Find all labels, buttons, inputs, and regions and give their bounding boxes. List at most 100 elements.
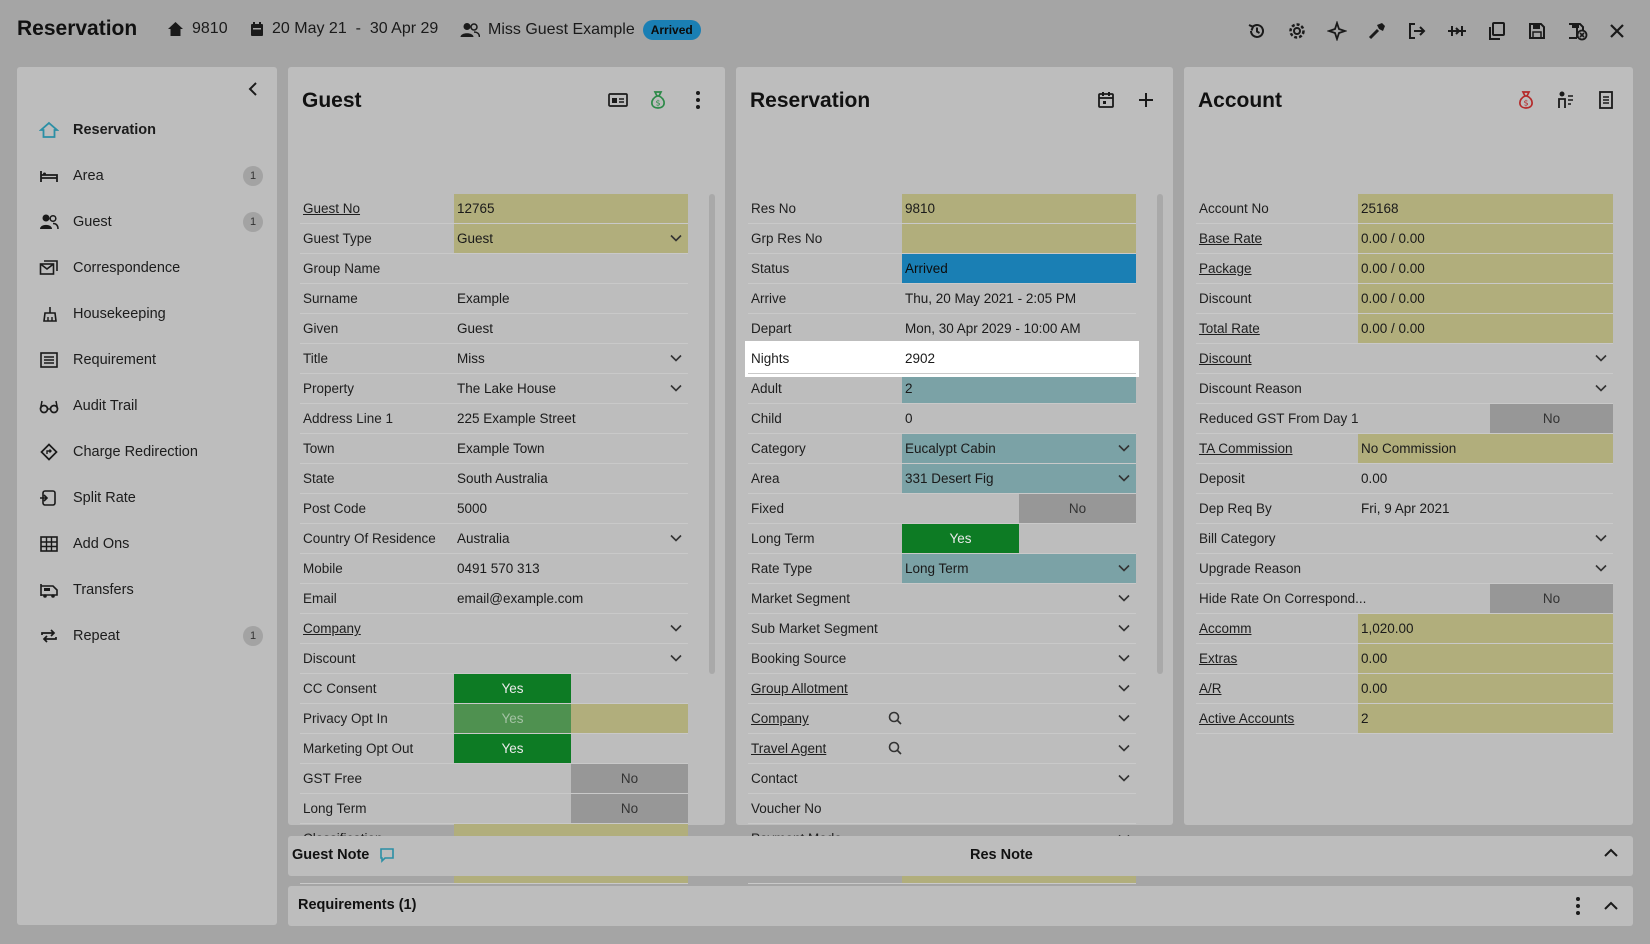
chevron-down-icon[interactable] bbox=[1118, 440, 1130, 455]
check-out-icon[interactable] bbox=[1404, 18, 1430, 44]
chevron-up-icon[interactable] bbox=[1603, 847, 1619, 862]
sidebar-item-housekeeping[interactable]: Housekeeping bbox=[17, 291, 277, 337]
wrench-icon[interactable] bbox=[1364, 18, 1390, 44]
extras-label[interactable]: Extras bbox=[1196, 644, 1358, 673]
fixed-toggle[interactable]: No bbox=[902, 494, 1136, 523]
sidebar-item-split-rate[interactable]: Split Rate bbox=[17, 475, 277, 521]
chevron-down-icon[interactable] bbox=[1595, 560, 1607, 575]
arrive-field[interactable]: Thu, 20 May 2021 - 2:05 PM bbox=[902, 284, 1136, 313]
depart-field[interactable]: Mon, 30 Apr 2029 - 10:00 AM bbox=[902, 314, 1136, 343]
money-bag-icon[interactable]: $ bbox=[647, 89, 669, 111]
post-code-field[interactable]: 5000 bbox=[454, 494, 688, 523]
property-select[interactable]: The Lake House bbox=[454, 374, 688, 403]
ta-commission-label[interactable]: TA Commission bbox=[1196, 434, 1358, 463]
sidebar-item-charge-redirection[interactable]: Charge Redirection bbox=[17, 429, 277, 475]
long-term-toggle[interactable]: Yes bbox=[902, 524, 1136, 553]
requirements-label[interactable]: Requirements (1) bbox=[298, 897, 416, 913]
address-line-1-field[interactable]: 225 Example Street bbox=[454, 404, 688, 433]
market-segment-select[interactable] bbox=[902, 584, 1136, 613]
rate-type-select[interactable]: Long Term bbox=[902, 554, 1136, 583]
chevron-down-icon[interactable] bbox=[670, 650, 682, 665]
country-of-residence-select[interactable]: Australia bbox=[454, 524, 688, 553]
gst-free-toggle[interactable]: No bbox=[454, 764, 688, 793]
discount-reason-select[interactable] bbox=[1358, 374, 1613, 403]
contact-select[interactable] bbox=[902, 764, 1136, 793]
booking-source-select[interactable] bbox=[902, 644, 1136, 673]
discount-field[interactable]: 0.00 / 0.00 bbox=[1358, 284, 1613, 313]
collapse-sidebar-button[interactable] bbox=[247, 81, 259, 100]
guest-note-header[interactable]: Guest Note bbox=[292, 847, 395, 863]
discount-label[interactable]: Discount bbox=[1196, 344, 1358, 373]
given-field[interactable]: Guest bbox=[454, 314, 688, 343]
chevron-down-icon[interactable] bbox=[1595, 380, 1607, 395]
group-allotment-select[interactable] bbox=[902, 674, 1136, 703]
chevron-down-icon[interactable] bbox=[1118, 680, 1130, 695]
chevron-down-icon[interactable] bbox=[1118, 620, 1130, 635]
title-select[interactable]: Miss bbox=[454, 344, 688, 373]
upgrade-reason-select[interactable] bbox=[1358, 554, 1613, 583]
chevron-down-icon[interactable] bbox=[670, 230, 682, 245]
sidebar-item-repeat[interactable]: Repeat 1 bbox=[17, 613, 277, 659]
area-select[interactable]: 331 Desert Fig bbox=[902, 464, 1136, 493]
sidebar-item-transfers[interactable]: Transfers bbox=[17, 567, 277, 613]
package-field[interactable]: 0.00 / 0.00 bbox=[1358, 254, 1613, 283]
chevron-down-icon[interactable] bbox=[670, 530, 682, 545]
invoice-icon[interactable] bbox=[1595, 89, 1617, 111]
chevron-down-icon[interactable] bbox=[1118, 560, 1130, 575]
chevron-down-icon[interactable] bbox=[1595, 350, 1607, 365]
active-accounts-label[interactable]: Active Accounts bbox=[1196, 704, 1358, 733]
sub-market-segment-select[interactable] bbox=[902, 614, 1136, 643]
reduced-gst-from-day-1-toggle[interactable]: No bbox=[1487, 404, 1613, 433]
base-rate-label[interactable]: Base Rate bbox=[1196, 224, 1358, 253]
cc-consent-toggle[interactable]: Yes bbox=[454, 674, 688, 703]
discount-select[interactable] bbox=[1358, 344, 1613, 373]
comment-icon[interactable] bbox=[379, 847, 395, 863]
chevron-down-icon[interactable] bbox=[670, 380, 682, 395]
chevron-down-icon[interactable] bbox=[670, 350, 682, 365]
group-allotment-label[interactable]: Group Allotment bbox=[748, 674, 902, 703]
chevron-down-icon[interactable] bbox=[1118, 590, 1130, 605]
adult-field[interactable]: 2 bbox=[902, 374, 1136, 403]
guest-no-label[interactable]: Guest No bbox=[300, 194, 454, 223]
sidebar-item-requirement[interactable]: Requirement bbox=[17, 337, 277, 383]
total-rate-field[interactable]: 0.00 / 0.00 bbox=[1358, 314, 1613, 343]
company-select[interactable] bbox=[888, 704, 1136, 733]
res-no-field[interactable]: 9810 bbox=[902, 194, 1136, 223]
person-rate-icon[interactable] bbox=[1555, 89, 1577, 111]
account-no-field[interactable]: 25168 bbox=[1358, 194, 1613, 223]
transfer-room-icon[interactable] bbox=[1444, 18, 1470, 44]
sidebar-item-audit-trail[interactable]: Audit Trail bbox=[17, 383, 277, 429]
extras-field[interactable]: 0.00 bbox=[1358, 644, 1613, 673]
search-icon[interactable] bbox=[888, 741, 902, 758]
privacy-opt-in-toggle[interactable]: Yes bbox=[454, 704, 688, 733]
guest-type-select[interactable]: Guest bbox=[454, 224, 688, 253]
copy-icon[interactable] bbox=[1484, 18, 1510, 44]
child-field[interactable]: 0 bbox=[902, 404, 1136, 433]
category-select[interactable]: Eucalypt Cabin bbox=[902, 434, 1136, 463]
town-field[interactable]: Example Town bbox=[454, 434, 688, 463]
accomm-label[interactable]: Accomm bbox=[1196, 614, 1358, 643]
chevron-down-icon[interactable] bbox=[670, 620, 682, 635]
chevron-down-icon[interactable] bbox=[1118, 740, 1130, 755]
group-name-field[interactable] bbox=[454, 254, 688, 283]
hide-rate-on-correspond-toggle[interactable]: No bbox=[1487, 584, 1613, 613]
chevron-down-icon[interactable] bbox=[1118, 470, 1130, 485]
base-rate-field[interactable]: 0.00 / 0.00 bbox=[1358, 224, 1613, 253]
chevron-down-icon[interactable] bbox=[1118, 650, 1130, 665]
company-label[interactable]: Company bbox=[748, 704, 902, 733]
travel-agent-select[interactable] bbox=[888, 734, 1136, 763]
discount-select[interactable] bbox=[454, 644, 688, 673]
mobile-field[interactable]: 0491 570 313 bbox=[454, 554, 688, 583]
package-label[interactable]: Package bbox=[1196, 254, 1358, 283]
save-close-icon[interactable] bbox=[1564, 18, 1590, 44]
chevron-down-icon[interactable] bbox=[1595, 530, 1607, 545]
active-accounts-field[interactable]: 2 bbox=[1358, 704, 1613, 733]
sidebar-item-add-ons[interactable]: Add Ons bbox=[17, 521, 277, 567]
long-term-toggle[interactable]: No bbox=[454, 794, 688, 823]
surname-field[interactable]: Example bbox=[454, 284, 688, 313]
chevron-down-icon[interactable] bbox=[1118, 710, 1130, 725]
bill-category-select[interactable] bbox=[1358, 524, 1613, 553]
status-field[interactable]: Arrived bbox=[902, 254, 1136, 283]
travel-agent-label[interactable]: Travel Agent bbox=[748, 734, 902, 763]
marketing-opt-out-toggle[interactable]: Yes bbox=[454, 734, 688, 763]
